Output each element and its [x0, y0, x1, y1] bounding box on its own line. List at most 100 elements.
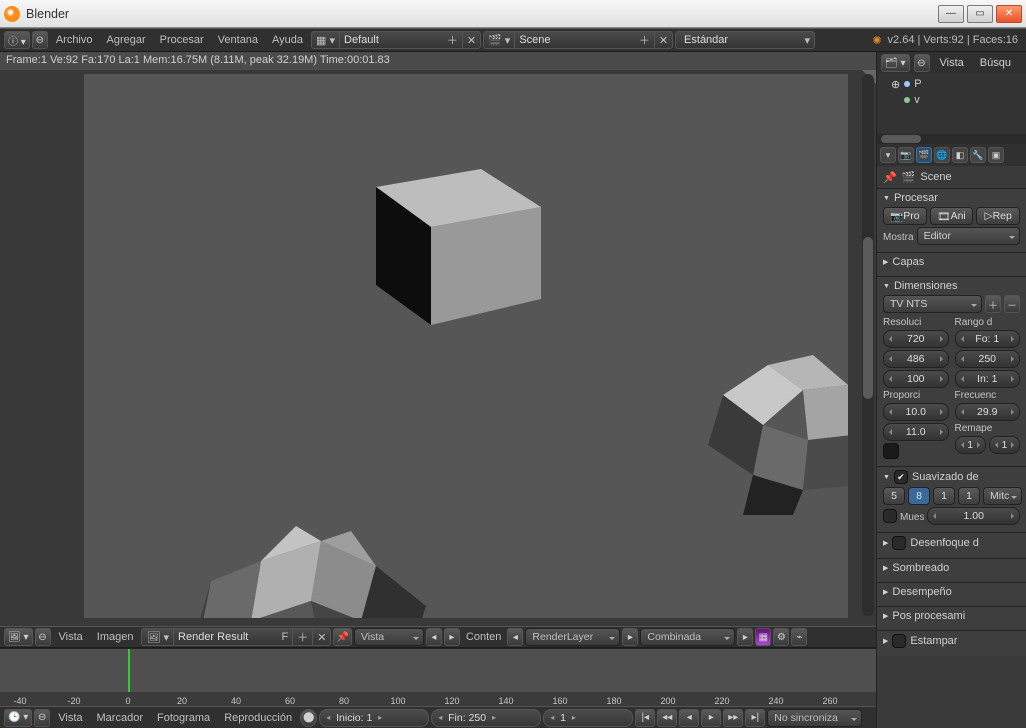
layout-remove-icon[interactable]: ✕ [463, 32, 480, 48]
render-image-button[interactable]: 📷 Pro [883, 207, 927, 225]
screen-layout-field[interactable]: ▦ ▾ ＋ ✕ [311, 31, 481, 49]
image-add-icon[interactable]: ＋ [293, 629, 313, 645]
display-mode-selector[interactable]: Editor [917, 227, 1020, 245]
outliner-editor-type-selector[interactable]: 🗂 ▾ [881, 54, 910, 72]
border-check[interactable] [883, 443, 899, 459]
pin-icon[interactable]: 📌 [883, 171, 897, 184]
outliner-tree[interactable]: ⊕P ⊕v [877, 74, 1026, 134]
preset-remove-icon[interactable]: － [1004, 295, 1020, 313]
aa-sample-11[interactable]: 1 [933, 487, 955, 505]
tab-render[interactable]: 📷 [898, 147, 914, 163]
resolution-pct-field[interactable]: 100 [883, 370, 949, 388]
remap-old-field[interactable]: 1 [955, 436, 986, 454]
current-frame-field[interactable]: ◂ 1 ▸ [543, 709, 633, 727]
image-menu-image[interactable]: Imagen [91, 631, 140, 643]
scene-add-icon[interactable]: ＋ [635, 32, 655, 48]
filter-size-field[interactable]: 1.00 [927, 507, 1020, 525]
play-icon[interactable]: ▸ [701, 709, 721, 727]
menu-render[interactable]: Procesar [154, 34, 210, 46]
outliner-menu-view[interactable]: Vista [934, 57, 970, 69]
scene-browse-icon[interactable]: 🎬 ▾ [484, 32, 515, 48]
crumb-scene[interactable]: Scene [920, 171, 951, 183]
start-frame-field[interactable]: ◂ Inicio: 1 ▸ [319, 709, 429, 727]
maximize-button[interactable]: ▭ [967, 5, 993, 23]
resolution-y-field[interactable]: 486 [883, 350, 949, 368]
timeline-editor-type-selector[interactable]: 🕒 ▾ [4, 709, 32, 727]
render-animation-button[interactable]: 🎞 Ani [930, 207, 974, 225]
minimize-button[interactable]: — [938, 5, 964, 23]
autokey-record-icon[interactable]: ⬤ [300, 709, 317, 727]
props-editor-type-selector[interactable]: ▾ [880, 147, 896, 163]
render-engine-field[interactable]: ▾ [675, 31, 815, 49]
menu-file[interactable]: Archivo [50, 34, 99, 46]
timeline-ruler[interactable]: -40 -20 0 20 40 60 80 100 120 140 160 18… [0, 692, 876, 706]
menu-help[interactable]: Ayuda [266, 34, 309, 46]
aa-filter-selector[interactable]: Mitc [983, 487, 1022, 505]
layout-add-icon[interactable]: ＋ [443, 32, 463, 48]
jump-end-icon[interactable]: ▸| [745, 709, 765, 727]
engine-dropdown-icon[interactable]: ▾ [801, 32, 815, 48]
end-frame-field[interactable]: ◂ Fin: 250 ▸ [431, 709, 541, 727]
layer-next-icon[interactable]: ▸ [622, 628, 638, 646]
timeline-area[interactable]: -40 -20 0 20 40 60 80 100 120 140 160 18… [0, 648, 876, 706]
slot-selector[interactable]: Vista [354, 628, 424, 646]
curves-icon[interactable]: ⚙ [773, 628, 789, 646]
slot-prev-icon[interactable]: ◂ [426, 628, 442, 646]
tab-modifiers[interactable]: 🔧 [970, 147, 986, 163]
layout-name[interactable] [340, 34, 443, 46]
editor-type-selector[interactable]: ⓘ ▾ [4, 31, 30, 49]
keyframe-next-icon[interactable]: ▸▸ [723, 709, 743, 727]
slot-next-icon[interactable]: ▸ [444, 628, 460, 646]
frame-end-field[interactable]: 250 [955, 350, 1021, 368]
image-fake-user[interactable]: F [278, 629, 294, 645]
image-name[interactable] [174, 631, 278, 643]
panel-motionblur-header[interactable]: ▶Desenfoque d [883, 536, 1020, 550]
panel-layers-header[interactable]: ▶Capas [883, 256, 1020, 268]
image-browse-icon[interactable]: 🖼 ▾ [142, 629, 174, 645]
timeline-menu-marker[interactable]: Marcador [91, 712, 149, 724]
image-remove-icon[interactable]: ✕ [313, 629, 330, 645]
viewport-scrollbar-vertical[interactable] [862, 74, 874, 616]
outliner-menu-search[interactable]: Búsqu [974, 57, 1017, 69]
play-reverse-icon[interactable]: ◂ [679, 709, 699, 727]
pass-next-icon[interactable]: ▸ [737, 628, 753, 646]
render-play-button[interactable]: ▷ Rep [976, 207, 1020, 225]
scene-field[interactable]: 🎬 ▾ ＋ ✕ [483, 31, 673, 49]
layout-browse-icon[interactable]: ▦ ▾ [312, 32, 340, 48]
renderpass-selector[interactable]: Combinada [640, 628, 735, 646]
dimensions-preset-selector[interactable]: TV NTS [883, 295, 982, 313]
collapse-menus-icon[interactable]: ⊖ [32, 31, 48, 49]
fps-field[interactable]: 29.9 [955, 403, 1021, 421]
menu-window[interactable]: Ventana [212, 34, 264, 46]
image-menu-view[interactable]: Vista [53, 631, 89, 643]
panel-antialiasing-header[interactable]: ▼✔Suavizado de [883, 470, 1020, 484]
tab-data[interactable]: ▣ [988, 147, 1004, 163]
tab-world[interactable]: 🌐 [934, 147, 950, 163]
panel-performance-header[interactable]: ▶Desempeño [883, 586, 1020, 598]
sync-selector[interactable]: No sincroniza [767, 709, 862, 727]
timeline-collapse-menus[interactable]: ⊖ [34, 709, 50, 727]
keyframe-prev-icon[interactable]: ◂◂ [657, 709, 677, 727]
stamp-enable-check[interactable] [892, 634, 906, 648]
tab-scene[interactable]: 🎬 [916, 147, 932, 163]
timeline-menu-playback[interactable]: Reproducción [218, 712, 298, 724]
panel-dimensions-header[interactable]: ▼Dimensiones [883, 280, 1020, 292]
full-sample-check[interactable] [883, 509, 897, 523]
panel-postprocess-header[interactable]: ▶Pos procesami [883, 610, 1020, 622]
image-editor-viewport[interactable] [0, 70, 876, 626]
panel-shading-header[interactable]: ▶Sombreado [883, 562, 1020, 574]
resolution-x-field[interactable]: 720 [883, 330, 949, 348]
frame-step-field[interactable]: In: 1 [955, 370, 1021, 388]
outliner-scrollbar[interactable] [877, 134, 1026, 144]
panel-stamp-header[interactable]: ▶Estampar [883, 634, 1020, 648]
tab-object[interactable]: ◧ [952, 147, 968, 163]
renderlayer-selector[interactable]: RenderLayer [525, 628, 620, 646]
panel-render-header[interactable]: ▼Procesar [883, 192, 1020, 204]
preset-add-icon[interactable]: ＋ [985, 295, 1001, 313]
image-pin-icon[interactable]: 📌 [333, 628, 351, 646]
display-channels-icon[interactable]: ▦ [755, 628, 771, 646]
jump-start-icon[interactable]: |◂ [635, 709, 655, 727]
image-datablock-field[interactable]: 🖼 ▾ F ＋ ✕ [141, 628, 331, 646]
scene-remove-icon[interactable]: ✕ [655, 32, 672, 48]
layer-prev-icon[interactable]: ◂ [507, 628, 523, 646]
